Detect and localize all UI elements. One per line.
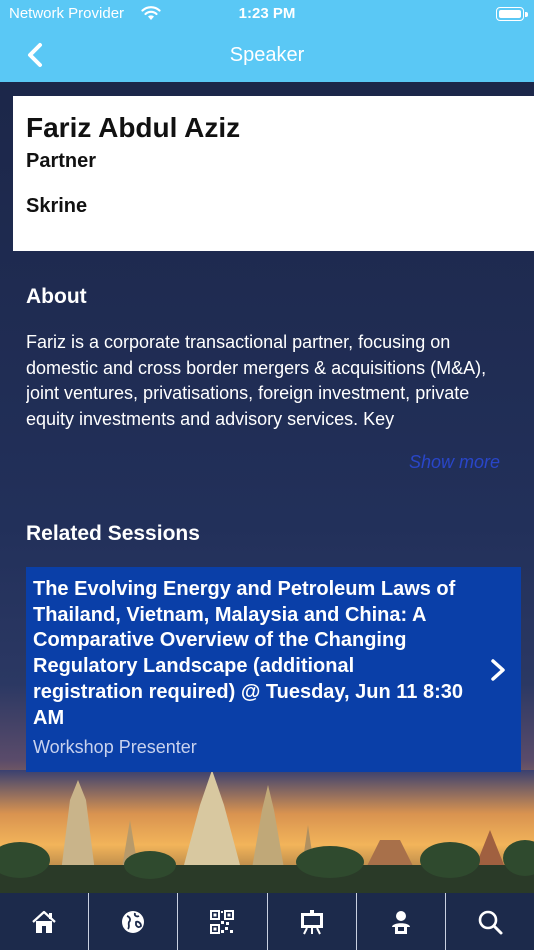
navigation-header: Network Provider 1:23 PM Speaker (0, 0, 534, 82)
speaker-card: Fariz Abdul Aziz Partner Skrine (13, 96, 534, 251)
tab-search[interactable] (446, 893, 534, 950)
speaker-name: Fariz Abdul Aziz (26, 112, 241, 143)
page-title: Speaker (229, 44, 305, 66)
temple-background-image (0, 770, 534, 895)
presentation-icon (300, 909, 323, 934)
about-text: Fariz is a corporate transactional partn… (26, 332, 487, 429)
home-icon (32, 910, 56, 933)
battery-icon (496, 7, 528, 21)
session-title: The Evolving Energy and Petroleum Laws o… (33, 578, 463, 729)
speaker-icon (391, 910, 410, 934)
tab-globe[interactable] (89, 893, 179, 950)
about-heading: About (26, 285, 87, 308)
tab-home[interactable] (0, 893, 90, 950)
speaker-organization: Skrine (26, 195, 88, 217)
status-bar: Network Provider 1:23 PM (0, 0, 534, 30)
globe-icon (122, 910, 145, 933)
tab-presentation[interactable] (268, 893, 357, 950)
qr-code-icon (210, 909, 235, 934)
speaker-title: Partner (26, 150, 97, 172)
tab-bar (0, 893, 534, 950)
show-more-link[interactable]: Show more (409, 452, 500, 473)
chevron-right-icon (491, 659, 505, 681)
session-role: Workshop Presenter (33, 737, 197, 758)
status-time: 1:23 PM (238, 5, 296, 22)
session-card[interactable]: The Evolving Energy and Petroleum Laws o… (26, 567, 521, 772)
tab-speakers[interactable] (357, 893, 446, 950)
search-icon (478, 910, 503, 934)
tab-qr-code[interactable] (178, 893, 268, 950)
related-sessions-heading: Related Sessions (26, 522, 200, 545)
